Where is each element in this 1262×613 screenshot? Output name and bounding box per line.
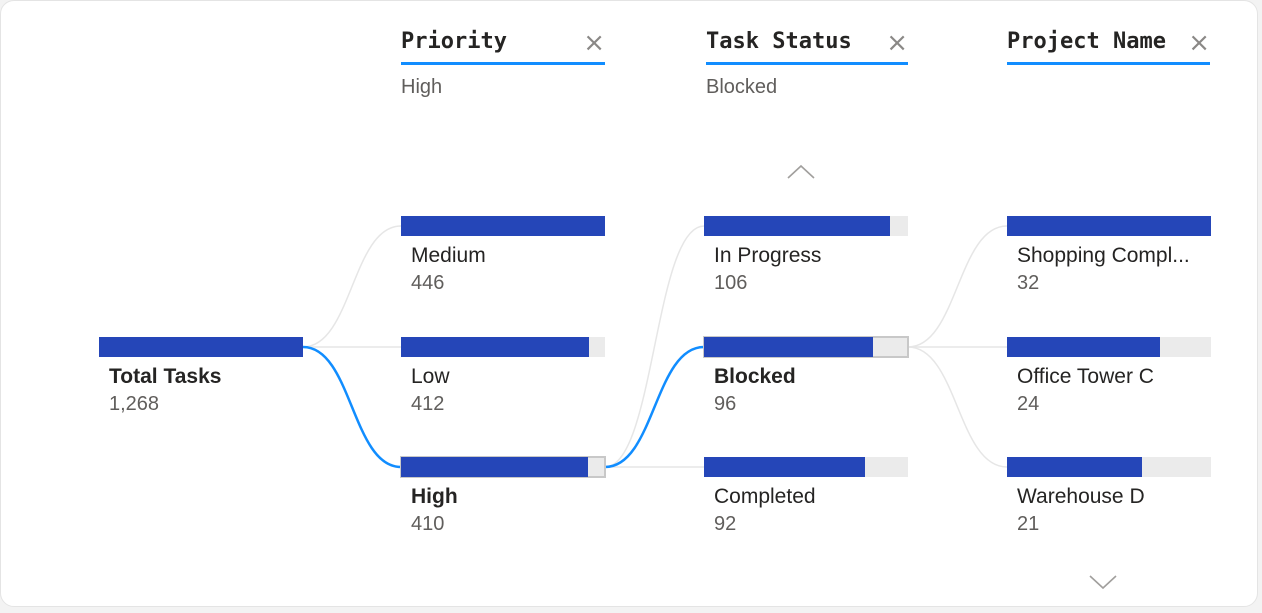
node-bar-track bbox=[704, 216, 908, 236]
tree-link bbox=[302, 225, 402, 348]
node-value: 410 bbox=[411, 513, 445, 535]
node-bar-fill bbox=[1007, 457, 1142, 477]
node-label: Warehouse D bbox=[1017, 485, 1145, 508]
column-underline bbox=[1007, 62, 1210, 65]
node-bar-fill bbox=[704, 216, 890, 236]
column-filter-value: High bbox=[401, 76, 443, 98]
close-icon[interactable]: × bbox=[1188, 29, 1210, 57]
column-underline bbox=[706, 62, 908, 65]
column-header-task-status[interactable]: Task Status × bbox=[706, 29, 908, 65]
node-bar-track bbox=[704, 457, 908, 477]
node-bar-fill bbox=[401, 216, 605, 236]
tree-connectors bbox=[302, 225, 1008, 469]
node-bar-track bbox=[703, 336, 909, 358]
node-bar-track bbox=[1007, 457, 1211, 477]
column-title: Task Status bbox=[706, 29, 852, 54]
node-label: Medium bbox=[411, 244, 486, 267]
column-filter-value: Blocked bbox=[706, 76, 778, 98]
column-header-priority[interactable]: Priority × bbox=[401, 29, 605, 65]
column-underline bbox=[401, 62, 605, 65]
node-bar-fill bbox=[1007, 216, 1211, 236]
node-value: 32 bbox=[1017, 272, 1040, 294]
node-value: 1,268 bbox=[109, 393, 160, 415]
node-bar-fill bbox=[401, 457, 589, 477]
node-label: Low bbox=[411, 365, 450, 388]
chevron-down-icon[interactable] bbox=[1088, 574, 1118, 590]
node-bar-track bbox=[1007, 337, 1211, 357]
node-value: 21 bbox=[1017, 513, 1040, 535]
node-value: 446 bbox=[411, 272, 445, 294]
node-bar-track bbox=[400, 456, 606, 478]
tree-link bbox=[604, 225, 705, 468]
node-bar-track bbox=[401, 337, 605, 357]
node-label: High bbox=[411, 485, 458, 508]
chevron-up-icon[interactable] bbox=[786, 164, 816, 180]
node-bar-fill bbox=[704, 457, 866, 477]
node-bar-track bbox=[1007, 216, 1211, 236]
node-value: 92 bbox=[714, 513, 737, 535]
node-label: Completed bbox=[714, 485, 816, 508]
node-value: 96 bbox=[714, 393, 737, 415]
node-value: 412 bbox=[411, 393, 445, 415]
node-label: Office Tower C bbox=[1017, 365, 1154, 388]
column-title: Project Name bbox=[1007, 29, 1166, 54]
close-icon[interactable]: × bbox=[886, 29, 908, 57]
node-label: Shopping Compl... bbox=[1017, 244, 1190, 267]
node-bar-fill bbox=[99, 337, 303, 357]
decomposition-tree-visual: Priority × High Task Status × Blocked Pr… bbox=[0, 0, 1258, 607]
tree-link bbox=[907, 225, 1008, 348]
node-bar-fill bbox=[401, 337, 590, 357]
tree-link-active bbox=[604, 345, 705, 469]
node-label: In Progress bbox=[714, 244, 822, 267]
tree-link-active bbox=[302, 345, 402, 469]
node-value: 24 bbox=[1017, 393, 1040, 415]
close-icon[interactable]: × bbox=[583, 29, 605, 57]
node-bar-fill bbox=[704, 337, 874, 357]
column-title: Priority bbox=[401, 29, 507, 54]
tree-link bbox=[907, 346, 1008, 468]
node-label: Blocked bbox=[714, 365, 796, 388]
node-value: 106 bbox=[714, 272, 748, 294]
node-bar-fill bbox=[1007, 337, 1160, 357]
node-label: Total Tasks bbox=[109, 365, 222, 388]
node-bar-track bbox=[99, 337, 303, 357]
node-bar-track bbox=[401, 216, 605, 236]
column-header-project-name[interactable]: Project Name × bbox=[1007, 29, 1210, 65]
